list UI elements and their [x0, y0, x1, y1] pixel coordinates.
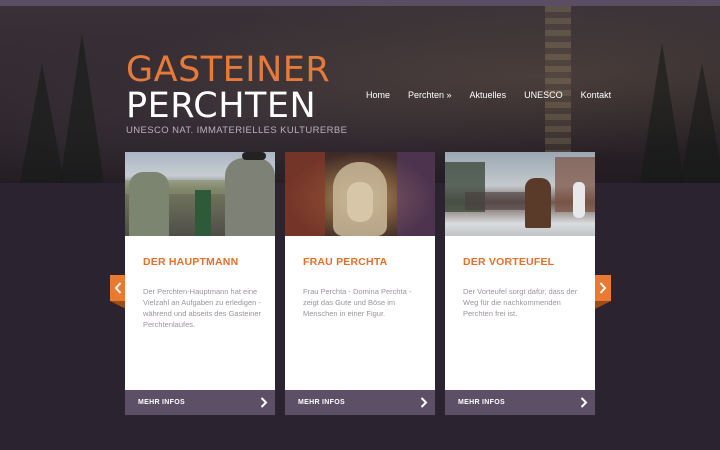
site-logo[interactable]: GASTEINER PERCHTEN UNESCO NAT. IMMATERIE…	[126, 52, 366, 136]
chevron-right-icon	[599, 282, 607, 294]
more-info-label: MEHR INFOS	[458, 399, 505, 406]
more-info-button[interactable]: MEHR INFOS	[285, 390, 435, 415]
nav-unesco[interactable]: UNESCO	[524, 90, 563, 100]
tree-decoration	[640, 43, 684, 183]
card-text: Der Perchten-Hauptmann hat eine Vielzahl…	[143, 287, 261, 329]
logo-line1: GASTEINER	[126, 50, 331, 90]
logo-line2: PERCHTEN	[126, 86, 317, 126]
tree-decoration	[60, 33, 104, 183]
card-title: DER HAUPTMANN	[143, 256, 239, 268]
main-nav: Home Perchten » Aktuelles UNESCO Kontakt	[366, 90, 629, 100]
chevron-right-icon	[260, 397, 268, 408]
chevron-right-icon	[580, 397, 588, 408]
chevron-left-icon	[114, 282, 122, 294]
card-frau-perchta: FRAU PERCHTA Frau Perchta - Domina Perch…	[285, 152, 435, 415]
nav-home[interactable]: Home	[366, 90, 390, 100]
carousel-next-button[interactable]	[595, 275, 611, 309]
card-title: FRAU PERCHTA	[303, 256, 388, 268]
more-info-label: MEHR INFOS	[138, 399, 185, 406]
carousel-prev-button[interactable]	[110, 275, 126, 309]
card-title: DER VORTEUFEL	[463, 256, 555, 268]
card-vorteufel: DER VORTEUFEL Der Vorteufel sorgt dafür,…	[445, 152, 595, 415]
card-image-vorteufel	[445, 152, 595, 236]
more-info-label: MEHR INFOS	[298, 399, 345, 406]
chevron-right-icon	[420, 397, 428, 408]
nav-aktuelles[interactable]: Aktuelles	[470, 90, 507, 100]
card-text: Frau Perchta - Domina Perchta - zeigt da…	[303, 287, 412, 318]
card-text: Der Vorteufel sorgt dafür, dass der Weg …	[463, 287, 578, 318]
more-info-button[interactable]: MEHR INFOS	[125, 390, 275, 415]
card-image-frau-perchta	[285, 152, 435, 236]
nav-kontakt[interactable]: Kontakt	[581, 90, 612, 100]
card-image-hauptmann	[125, 152, 275, 236]
tree-decoration	[680, 63, 720, 183]
card-hauptmann: DER HAUPTMANN Der Perchten-Hauptmann hat…	[125, 152, 275, 415]
tree-decoration	[20, 63, 64, 183]
logo-subtitle: UNESCO NAT. IMMATERIELLES KULTURERBE	[126, 125, 348, 136]
more-info-button[interactable]: MEHR INFOS	[445, 390, 595, 415]
nav-perchten[interactable]: Perchten »	[408, 90, 452, 100]
